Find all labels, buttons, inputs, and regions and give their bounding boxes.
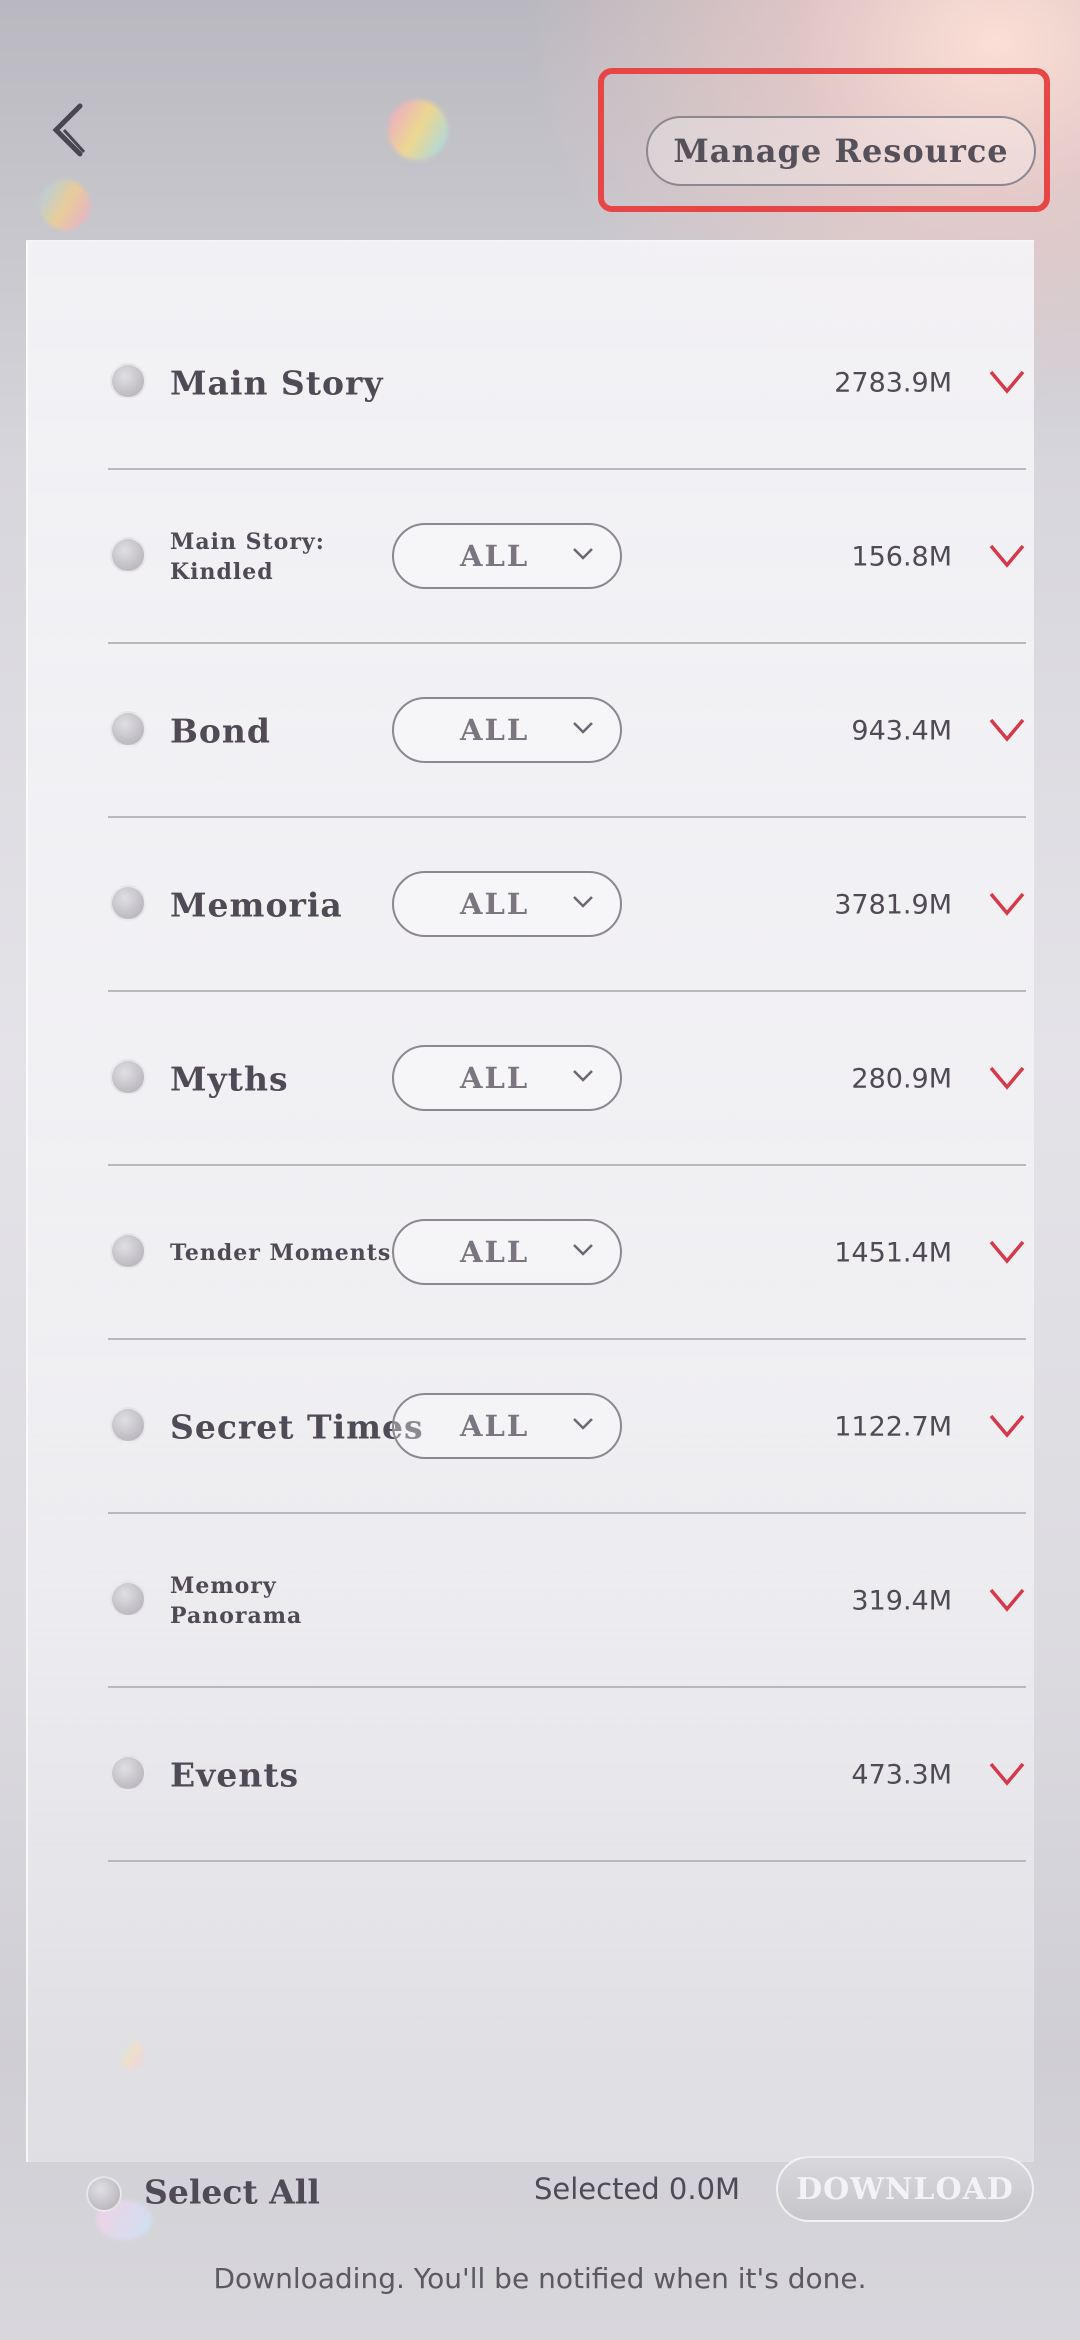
- row-select-radio[interactable]: [110, 363, 146, 399]
- row-select-radio[interactable]: [110, 1233, 146, 1269]
- dropdown-value: ALL: [460, 1235, 530, 1269]
- back-icon[interactable]: [46, 100, 94, 160]
- row-label: Myths: [170, 1059, 289, 1099]
- chevron-down-icon: [573, 548, 593, 560]
- expand-chevron-icon[interactable]: [988, 1063, 1026, 1093]
- row-label: Secret Times: [170, 1407, 424, 1447]
- row-size: 3781.9M: [834, 889, 952, 921]
- resource-row[interactable]: Tender Moments ALL 1451.4M: [108, 1168, 1026, 1340]
- row-size: 473.3M: [851, 1759, 952, 1791]
- expand-chevron-icon[interactable]: [988, 541, 1026, 571]
- chevron-down-icon: [573, 1418, 593, 1430]
- row-label: Events: [170, 1755, 300, 1795]
- row-size: 2783.9M: [834, 367, 952, 399]
- selected-size-text: Selected 0.0M: [534, 2172, 741, 2206]
- chevron-down-icon: [573, 1070, 593, 1082]
- row-size: 319.4M: [851, 1585, 952, 1617]
- dropdown-value: ALL: [460, 887, 530, 921]
- chevron-down-icon: [573, 1244, 593, 1256]
- dropdown-value: ALL: [460, 1061, 530, 1095]
- row-size: 280.9M: [851, 1063, 952, 1095]
- dropdown-value: ALL: [460, 1409, 530, 1443]
- chevron-down-icon: [573, 896, 593, 908]
- resource-row[interactable]: Main Story 2783.9M: [108, 298, 1026, 470]
- expand-chevron-icon[interactable]: [988, 715, 1026, 745]
- prism-sparkle: [40, 180, 90, 230]
- row-select-radio[interactable]: [110, 1581, 146, 1617]
- row-size: 156.8M: [851, 541, 952, 573]
- filter-dropdown[interactable]: ALL: [392, 1219, 622, 1285]
- resource-row[interactable]: Memoria ALL 3781.9M: [108, 820, 1026, 992]
- row-size: 943.4M: [851, 715, 952, 747]
- expand-chevron-icon[interactable]: [988, 1759, 1026, 1789]
- row-size: 1122.7M: [834, 1411, 952, 1443]
- select-all-radio[interactable]: [86, 2176, 122, 2212]
- expand-chevron-icon[interactable]: [988, 367, 1026, 397]
- select-all-label: Select All: [144, 2172, 320, 2212]
- row-label: Memoria: [170, 885, 343, 925]
- resource-row[interactable]: Memory Panorama 319.4M: [108, 1516, 1026, 1688]
- row-select-radio[interactable]: [110, 1407, 146, 1443]
- resource-row[interactable]: Events 473.3M: [108, 1690, 1026, 1862]
- resource-row[interactable]: Myths ALL 280.9M: [108, 994, 1026, 1166]
- prism-sparkle: [388, 100, 448, 160]
- expand-chevron-icon[interactable]: [988, 889, 1026, 919]
- row-label: Memory Panorama: [170, 1573, 303, 1629]
- expand-chevron-icon[interactable]: [988, 1585, 1026, 1615]
- expand-chevron-icon[interactable]: [988, 1237, 1026, 1267]
- row-select-radio[interactable]: [110, 537, 146, 573]
- manage-resource-button[interactable]: Manage Resource: [646, 116, 1036, 186]
- row-label: Bond: [170, 711, 271, 751]
- download-notice: Downloading. You'll be notified when it'…: [213, 2262, 867, 2295]
- resource-row[interactable]: Bond ALL 943.4M: [108, 646, 1026, 818]
- row-select-radio[interactable]: [110, 711, 146, 747]
- row-label: Main Story: Kindled: [170, 529, 325, 585]
- filter-dropdown[interactable]: ALL: [392, 1045, 622, 1111]
- dropdown-value: ALL: [460, 539, 530, 573]
- resource-row[interactable]: Main Story: Kindled ALL 156.8M: [108, 472, 1026, 644]
- row-select-radio[interactable]: [110, 885, 146, 921]
- row-select-radio[interactable]: [110, 1059, 146, 1095]
- filter-dropdown[interactable]: ALL: [392, 697, 622, 763]
- row-size: 1451.4M: [834, 1237, 952, 1269]
- row-select-radio[interactable]: [110, 1755, 146, 1791]
- chevron-down-icon: [573, 722, 593, 734]
- dropdown-value: ALL: [460, 713, 530, 747]
- expand-chevron-icon[interactable]: [988, 1411, 1026, 1441]
- filter-dropdown[interactable]: ALL: [392, 1393, 622, 1459]
- row-label: Tender Moments: [170, 1240, 392, 1266]
- download-button[interactable]: DOWNLOAD: [776, 2156, 1034, 2222]
- filter-dropdown[interactable]: ALL: [392, 871, 622, 937]
- resource-row[interactable]: Secret Times ALL 1122.7M: [108, 1342, 1026, 1514]
- row-label: Main Story: [170, 363, 384, 403]
- resource-panel: Main Story 2783.9M Main Story: Kindled ALL 1…: [26, 240, 1034, 2162]
- filter-dropdown[interactable]: ALL: [392, 523, 622, 589]
